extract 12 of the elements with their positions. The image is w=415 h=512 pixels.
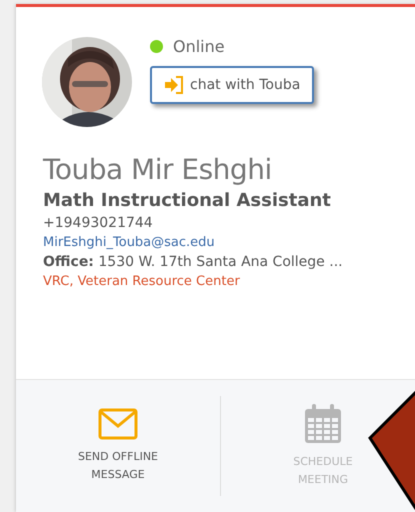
status-text: Online	[173, 37, 225, 56]
calendar-icon	[303, 403, 343, 446]
person-name: Touba Mir Eshghi	[43, 153, 273, 186]
sign-in-icon	[164, 76, 184, 94]
office-address: Office: 1530 W. 17th Santa Ana College ...	[43, 254, 344, 270]
department-link[interactable]: VRC, Veteran Resource Center	[43, 274, 415, 289]
send-message-button[interactable]: SEND OFFLINE MESSAGE	[16, 408, 220, 484]
chat-button[interactable]: chat with Touba	[150, 66, 314, 104]
email-link[interactable]: MirEshghi_Touba@sac.edu	[43, 235, 415, 250]
phone-number: +19493021744	[43, 215, 154, 231]
envelope-icon	[98, 408, 138, 440]
job-title: Math Instructional Assistant	[43, 190, 332, 211]
